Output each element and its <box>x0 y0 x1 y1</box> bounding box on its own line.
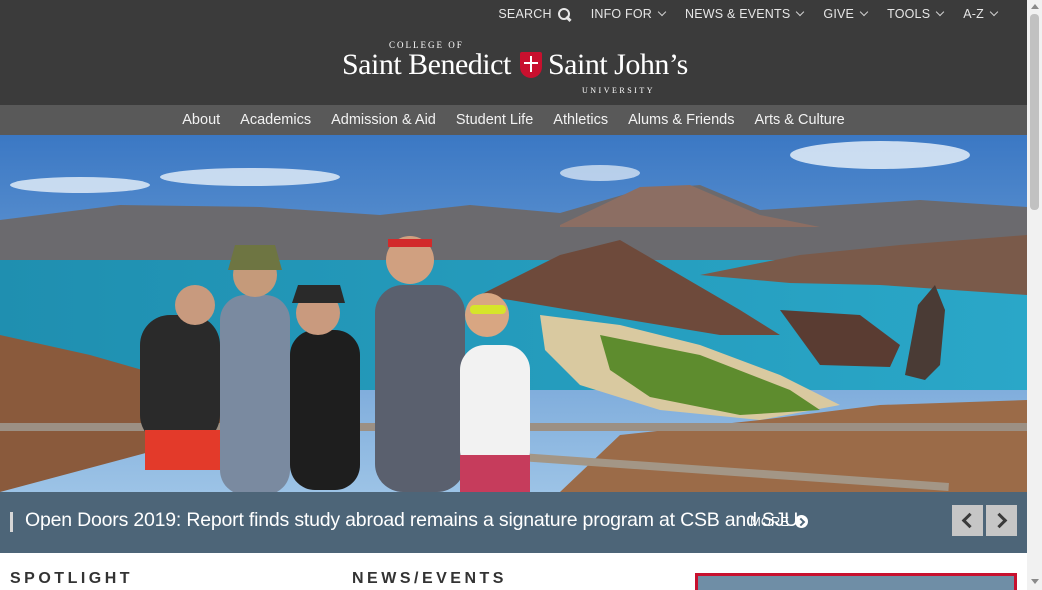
news-events-menu[interactable]: NEWS & EVENTS <box>665 6 805 22</box>
promo-image[interactable] <box>695 573 1017 590</box>
scrollbar-thumb[interactable] <box>1030 14 1039 210</box>
slider-prev-button[interactable] <box>952 505 983 536</box>
logo-saint-benedict: Saint Benedict <box>342 48 511 81</box>
news-events-heading: NEWS/EVENTS <box>352 570 507 587</box>
shield-cross-icon <box>520 52 542 78</box>
search-link[interactable]: SEARCH <box>478 6 570 22</box>
page: SEARCH INFO FOR NEWS & EVENTS GIVE TOOLS… <box>0 0 1027 590</box>
scroll-up-arrow-icon[interactable] <box>1031 4 1039 9</box>
info-for-menu[interactable]: INFO FOR <box>571 6 667 22</box>
give-label: GIVE <box>823 7 855 21</box>
a-z-menu[interactable]: A-Z <box>943 6 999 22</box>
tools-label: TOOLS <box>887 7 931 21</box>
hero-headline-link[interactable]: Open Doors 2019: Report finds study abro… <box>25 509 798 532</box>
news-events-label: NEWS & EVENTS <box>685 7 791 21</box>
chevron-left-icon <box>961 512 978 529</box>
site-header: SEARCH INFO FOR NEWS & EVENTS GIVE TOOLS… <box>0 0 1027 105</box>
hero-image[interactable] <box>0 135 1027 492</box>
chevron-down-icon <box>989 7 999 17</box>
nav-item-alums-friends[interactable]: Alums & Friends <box>618 112 744 128</box>
nav-item-arts-culture[interactable]: Arts & Culture <box>744 112 854 128</box>
site-logo[interactable]: COLLEGE OF Saint Benedict Saint John’s U… <box>340 38 690 98</box>
chevron-circle-right-icon <box>795 515 808 528</box>
logo-university: UNIVERSITY <box>582 86 655 95</box>
nav-item-athletics[interactable]: Athletics <box>543 112 618 128</box>
nav-item-admission-aid[interactable]: Admission & Aid <box>321 112 446 128</box>
hero-caption: Open Doors 2019: Report finds study abro… <box>0 492 1027 553</box>
utility-nav: SEARCH INFO FOR NEWS & EVENTS GIVE TOOLS… <box>478 6 999 22</box>
more-label: MORE <box>750 514 789 529</box>
vertical-scrollbar[interactable] <box>1027 0 1042 590</box>
a-z-label: A-Z <box>963 7 984 21</box>
main-nav: About Academics Admission & Aid Student … <box>0 105 1027 135</box>
search-icon <box>557 7 571 21</box>
scroll-down-arrow-icon[interactable] <box>1031 579 1039 584</box>
search-label: SEARCH <box>498 7 552 21</box>
info-for-label: INFO FOR <box>590 7 653 21</box>
spotlight-heading: SPOTLIGHT <box>10 570 134 587</box>
logo-saint-johns: Saint John’s <box>548 48 688 81</box>
tools-menu[interactable]: TOOLS <box>867 6 945 22</box>
hero-photo <box>0 135 1027 492</box>
nav-item-academics[interactable]: Academics <box>230 112 321 128</box>
chevron-right-icon <box>991 512 1008 529</box>
nav-item-about[interactable]: About <box>172 112 230 128</box>
nav-item-student-life[interactable]: Student Life <box>446 112 543 128</box>
caption-accent-bar <box>10 512 13 532</box>
more-link[interactable]: MORE <box>750 514 808 529</box>
slider-next-button[interactable] <box>986 505 1017 536</box>
give-menu[interactable]: GIVE <box>803 6 869 22</box>
